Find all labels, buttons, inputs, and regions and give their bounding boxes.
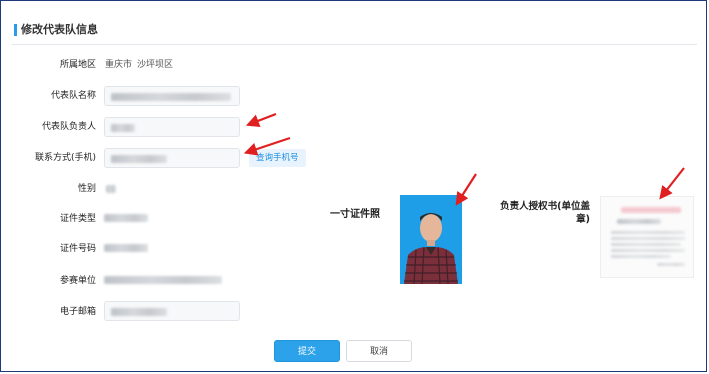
title-divider: [12, 44, 697, 45]
submit-button[interactable]: 提交: [274, 340, 340, 362]
id-photo[interactable]: [400, 195, 462, 284]
redacted-value: [111, 93, 231, 101]
redacted-gender: [106, 185, 116, 193]
authorization-label: 负责人授权书(单位盖章): [500, 201, 590, 225]
region-label: 所属地区: [59, 60, 96, 70]
email-label: 电子邮箱: [59, 307, 96, 317]
gender-label: 性别: [77, 184, 96, 194]
region-city: 重庆市: [105, 60, 133, 70]
redacted-value: [111, 124, 135, 132]
redacted-line: [611, 255, 671, 258]
redacted-line: [611, 249, 685, 252]
redacted-value: [111, 155, 167, 163]
team-name-label: 代表队名称: [50, 91, 96, 101]
region-district: 沙坪坝区: [137, 60, 174, 70]
redacted-line: [611, 231, 685, 234]
leader-input[interactable]: [104, 117, 240, 137]
redacted-line: [611, 237, 685, 240]
team-name-input[interactable]: [104, 86, 240, 106]
panel-title: 修改代表队信息: [14, 22, 98, 38]
portrait-icon: [400, 195, 462, 284]
query-phone-button[interactable]: 查询手机号: [249, 149, 306, 167]
photo-label: 一寸证件照: [330, 209, 380, 220]
redacted-unit: [104, 276, 222, 284]
leader-label: 代表队负责人: [41, 122, 96, 132]
redacted-id-type: [104, 214, 148, 222]
redacted-line: [657, 263, 685, 266]
redacted-id-number: [104, 244, 148, 252]
authorization-document[interactable]: [600, 196, 694, 278]
id-number-label: 证件号码: [59, 244, 96, 254]
redacted-line: [617, 219, 661, 224]
id-type-label: 证件类型: [59, 214, 96, 224]
cancel-button[interactable]: 取消: [346, 340, 412, 362]
unit-label: 参赛单位: [59, 276, 96, 286]
email-input[interactable]: [104, 301, 240, 321]
redacted-value: [111, 308, 167, 316]
redacted-heading: [621, 207, 681, 213]
redacted-line: [611, 243, 681, 246]
phone-input[interactable]: [104, 148, 240, 168]
phone-label: 联系方式(手机): [34, 153, 96, 163]
